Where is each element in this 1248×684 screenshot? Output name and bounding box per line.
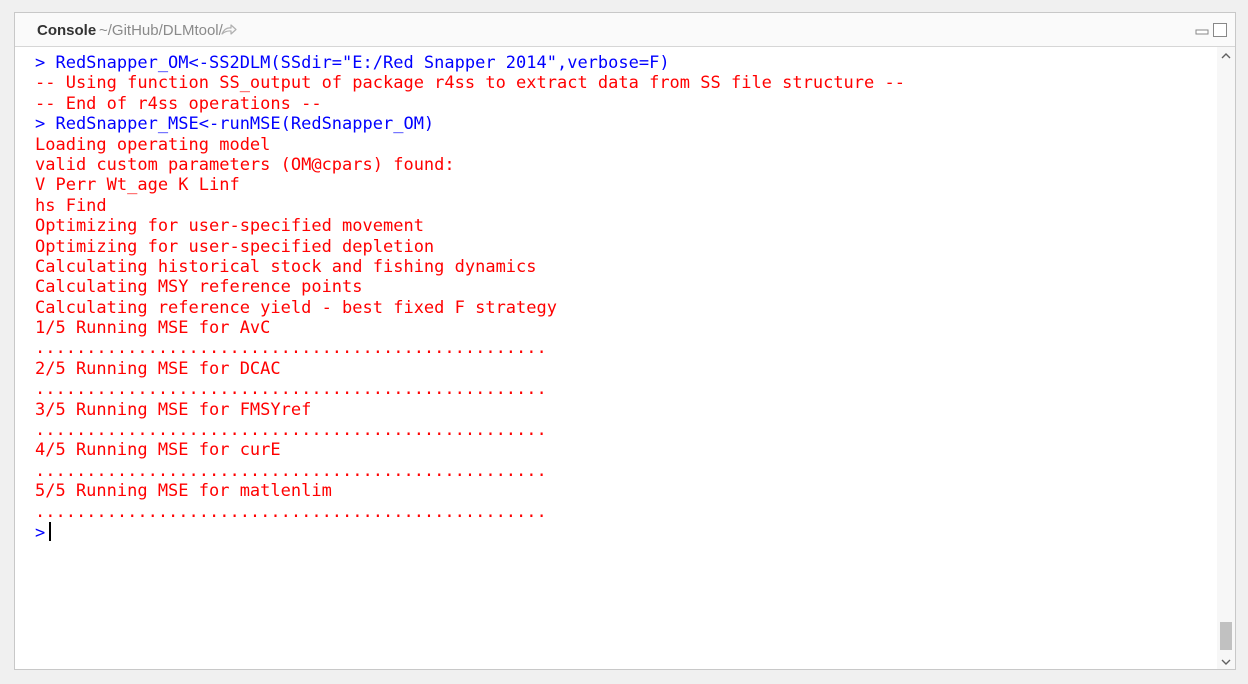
arrow-right-icon[interactable] (220, 21, 238, 39)
console-output-line: Calculating reference yield - best fixed… (35, 297, 557, 318)
console-output-line: V Perr Wt_age K Linf (35, 175, 240, 196)
console-output-line: Optimizing for user-specified movement (35, 216, 424, 237)
console-output-line: Loading operating model (35, 134, 271, 155)
console-output-line: 4/5 Running MSE for curE (35, 440, 281, 461)
console-output-line: hs Find (35, 195, 107, 216)
console-output-line: 2/5 Running MSE for DCAC (35, 358, 281, 379)
console-title[interactable]: Console (37, 22, 96, 39)
console-input-line: > RedSnapper_MSE<-runMSE(RedSnapper_OM) (35, 114, 435, 135)
console-output-line: ........................................… (35, 338, 547, 359)
console-output-line: Calculating historical stock and fishing… (35, 256, 537, 277)
console-output-line: 3/5 Running MSE for FMSYref (35, 399, 312, 420)
console-panel: Console ~/GitHub/DLMtool/ > RedSnapper_O… (14, 12, 1236, 670)
console-input-line: > RedSnapper_OM<-SS2DLM(SSdir="E:/Red Sn… (35, 53, 670, 73)
console-header: Console ~/GitHub/DLMtool/ (15, 13, 1235, 47)
working-directory-path: ~/GitHub/DLMtool/ (99, 22, 223, 39)
scrollbar-thumb[interactable] (1220, 622, 1232, 650)
console-prompt: > (35, 522, 46, 543)
console-output[interactable]: > RedSnapper_OM<-SS2DLM(SSdir="E:/Red Sn… (15, 47, 1219, 669)
console-output-line: ........................................… (35, 501, 547, 522)
scroll-down-icon[interactable] (1217, 653, 1235, 670)
vertical-scrollbar[interactable] (1217, 47, 1235, 670)
console-output-line: ........................................… (35, 420, 547, 441)
console-output-line: Calculating MSY reference points (35, 277, 363, 298)
console-prompt-line[interactable]: > (35, 521, 1219, 544)
scroll-up-icon[interactable] (1217, 47, 1235, 65)
console-output-line: Optimizing for user-specified depletion (35, 236, 435, 257)
console-output-line: valid custom parameters (OM@cpars) found… (35, 154, 455, 175)
maximize-icon[interactable] (1212, 22, 1228, 38)
console-output-line: 5/5 Running MSE for matlenlim (35, 481, 332, 502)
console-output-line: -- Using function SS_output of package r… (35, 73, 905, 94)
minimize-icon[interactable] (1195, 24, 1209, 38)
console-output-line: ........................................… (35, 379, 547, 400)
console-output-line: ........................................… (35, 460, 547, 481)
text-cursor (49, 521, 52, 541)
console-output-line: 1/5 Running MSE for AvC (35, 318, 271, 339)
console-output-line: -- End of r4ss operations -- (35, 93, 322, 114)
